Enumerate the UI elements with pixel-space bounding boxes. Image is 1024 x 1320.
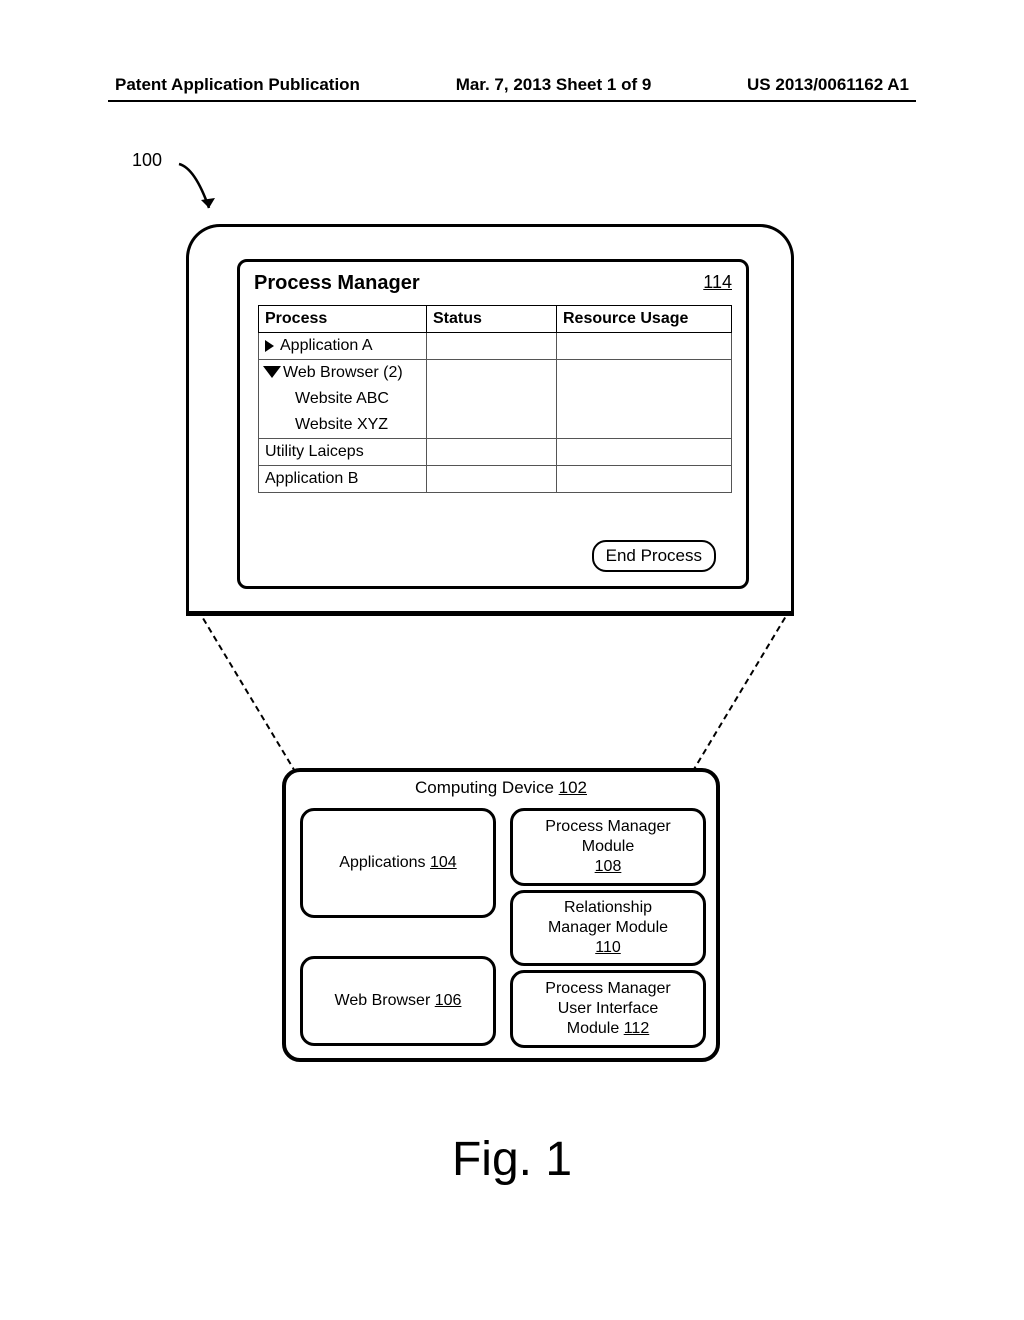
process-cell: Utility Laiceps bbox=[259, 439, 427, 466]
table-row[interactable]: Web Browser (2) bbox=[259, 360, 732, 387]
display-screen: Process Manager 114 Process Status Resou… bbox=[186, 224, 794, 616]
table-row[interactable]: Utility Laiceps bbox=[259, 439, 732, 466]
figure-label: Fig. 1 bbox=[0, 1132, 1024, 1187]
projection-line-left bbox=[202, 618, 296, 773]
reference-numeral-100: 100 bbox=[132, 150, 162, 171]
pmm-line1: Process Manager bbox=[545, 817, 670, 837]
page-header: Patent Application Publication Mar. 7, 2… bbox=[115, 75, 909, 95]
status-cell bbox=[427, 439, 557, 466]
end-process-button[interactable]: End Process bbox=[592, 540, 716, 572]
table-header-row: Process Status Resource Usage bbox=[259, 306, 732, 333]
process-cell: Web Browser (2) bbox=[259, 360, 427, 387]
rmm-line1: Relationship bbox=[564, 898, 652, 918]
cd-title-ref: 102 bbox=[559, 778, 587, 797]
pmui-line1: Process Manager bbox=[545, 979, 670, 999]
applications-ref: 104 bbox=[430, 854, 457, 871]
table-row[interactable]: Application A bbox=[259, 333, 732, 360]
projection-line-right bbox=[692, 617, 786, 772]
expand-right-icon[interactable] bbox=[265, 340, 274, 352]
col-status[interactable]: Status bbox=[427, 306, 557, 333]
status-cell bbox=[427, 466, 557, 493]
process-manager-ui-module-box: Process Manager User Interface Module 11… bbox=[510, 970, 706, 1048]
process-name: Application A bbox=[280, 337, 373, 354]
process-cell: Application B bbox=[259, 466, 427, 493]
table-row[interactable]: Website XYZ bbox=[259, 412, 732, 439]
usage-cell bbox=[557, 439, 732, 466]
applications-label: Applications bbox=[339, 854, 430, 871]
process-name: Web Browser (2) bbox=[283, 364, 403, 381]
rmm-line2: Manager Module bbox=[548, 918, 668, 938]
computing-device-box: Computing Device 102 Applications 104 We… bbox=[282, 768, 720, 1062]
header-left: Patent Application Publication bbox=[115, 75, 360, 95]
status-cell bbox=[427, 412, 557, 439]
web-browser-box: Web Browser 106 bbox=[300, 956, 496, 1046]
header-rule bbox=[108, 100, 916, 102]
pmm-line2: Module bbox=[582, 837, 634, 857]
pmui-line3: Module bbox=[567, 1020, 624, 1037]
process-cell-child: Website XYZ bbox=[259, 412, 427, 439]
col-process[interactable]: Process bbox=[259, 306, 427, 333]
process-cell-child: Website ABC bbox=[259, 386, 427, 412]
table-row[interactable]: Website ABC bbox=[259, 386, 732, 412]
pm-window-title: Process Manager bbox=[254, 272, 420, 295]
web-browser-ref: 106 bbox=[435, 992, 462, 1009]
computing-device-title: Computing Device 102 bbox=[286, 772, 716, 798]
web-browser-label: Web Browser bbox=[335, 992, 435, 1009]
usage-cell bbox=[557, 360, 732, 387]
table-row[interactable]: Application B bbox=[259, 466, 732, 493]
status-cell bbox=[427, 386, 557, 412]
pmui-line2: User Interface bbox=[558, 999, 658, 1019]
header-center: Mar. 7, 2013 Sheet 1 of 9 bbox=[456, 75, 652, 95]
usage-cell bbox=[557, 386, 732, 412]
process-table: Process Status Resource Usage Applicatio… bbox=[258, 305, 732, 493]
cd-title-text: Computing Device bbox=[415, 778, 559, 797]
process-manager-window: Process Manager 114 Process Status Resou… bbox=[237, 259, 749, 589]
pmui-ref: 112 bbox=[624, 1020, 650, 1037]
status-cell bbox=[427, 360, 557, 387]
usage-cell bbox=[557, 333, 732, 360]
usage-cell bbox=[557, 466, 732, 493]
pm-window-ref: 114 bbox=[703, 272, 732, 295]
rmm-ref: 110 bbox=[595, 938, 621, 958]
pm-title-bar: Process Manager 114 bbox=[240, 262, 746, 299]
process-cell: Application A bbox=[259, 333, 427, 360]
relationship-manager-module-box: Relationship Manager Module 110 bbox=[510, 890, 706, 966]
expand-down-icon[interactable] bbox=[265, 368, 279, 378]
col-resource-usage[interactable]: Resource Usage bbox=[557, 306, 732, 333]
usage-cell bbox=[557, 412, 732, 439]
pmm-ref: 108 bbox=[595, 857, 622, 877]
process-manager-module-box: Process Manager Module 108 bbox=[510, 808, 706, 886]
applications-box: Applications 104 bbox=[300, 808, 496, 918]
status-cell bbox=[427, 333, 557, 360]
reference-arrow-icon bbox=[175, 160, 235, 230]
header-right: US 2013/0061162 A1 bbox=[747, 75, 909, 95]
